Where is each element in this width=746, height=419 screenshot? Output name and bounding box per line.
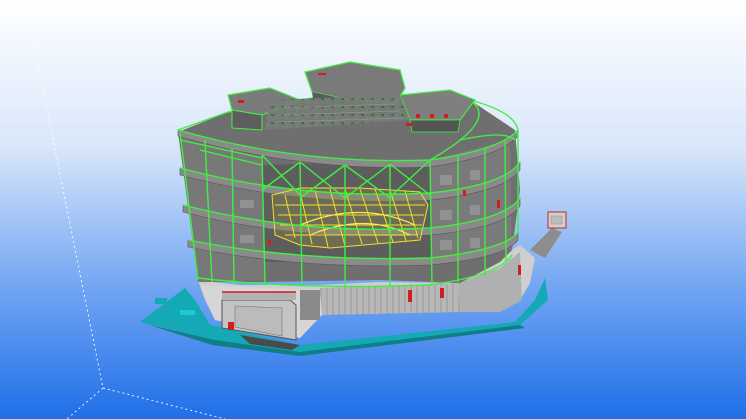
3d-model-viewport[interactable] [0, 0, 746, 419]
atrium-truss [271, 187, 429, 249]
viewport-canvas[interactable] [0, 0, 746, 419]
